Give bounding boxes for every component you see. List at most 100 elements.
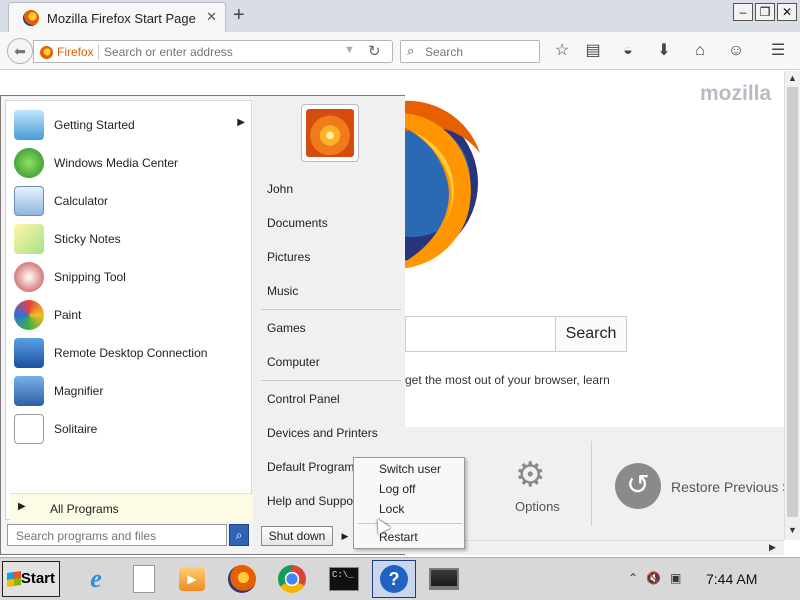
search-input[interactable] bbox=[425, 44, 535, 60]
program-magnifier[interactable]: Magnifier bbox=[10, 373, 249, 409]
document-icon bbox=[133, 565, 155, 593]
title-bar: Mozilla Firefox Start Page ✕ + – ❐ ✕ bbox=[0, 0, 800, 32]
clock[interactable]: 7:44 AM bbox=[706, 571, 757, 587]
scroll-down-icon[interactable]: ▼ bbox=[788, 525, 797, 535]
program-paint[interactable]: Paint bbox=[10, 297, 249, 333]
bookmark-star-icon[interactable]: ☆ bbox=[552, 41, 572, 61]
program-remote-desktop[interactable]: Remote Desktop Connection bbox=[10, 335, 249, 371]
program-label: Paint bbox=[54, 308, 82, 322]
program-getting-started[interactable]: Getting Started ▶ bbox=[10, 107, 249, 143]
program-label: Sticky Notes bbox=[54, 232, 121, 246]
taskbar-notepad[interactable] bbox=[122, 560, 166, 598]
program-label: Calculator bbox=[54, 194, 109, 208]
program-snipping-tool[interactable]: Snipping Tool bbox=[10, 259, 249, 295]
gear-icon[interactable]: ⚙ bbox=[515, 455, 545, 495]
menu-item-switch-user[interactable]: Switch user bbox=[379, 462, 441, 476]
program-label: Snipping Tool bbox=[54, 270, 126, 284]
monitor-icon bbox=[429, 568, 459, 590]
taskbar-chrome[interactable] bbox=[270, 560, 314, 598]
windows-logo-icon bbox=[7, 571, 21, 587]
program-windows-media-center[interactable]: Windows Media Center bbox=[10, 145, 249, 181]
new-tab-button[interactable]: + bbox=[233, 4, 245, 27]
url-dropdown-icon[interactable]: ▼ bbox=[344, 44, 355, 56]
link-control-panel[interactable]: Control Panel bbox=[267, 392, 340, 406]
search-bar[interactable]: ⌕ bbox=[400, 40, 540, 63]
calculator-icon bbox=[14, 186, 44, 216]
program-list: Getting Started ▶ Windows Media Center C… bbox=[5, 100, 253, 521]
tab-close-icon[interactable]: ✕ bbox=[206, 9, 217, 25]
start-label: Start bbox=[20, 570, 55, 587]
start-search-input[interactable] bbox=[16, 528, 216, 543]
identity-badge[interactable]: Firefox bbox=[40, 45, 94, 59]
reload-icon[interactable]: ↻ bbox=[368, 42, 381, 60]
user-avatar[interactable] bbox=[301, 104, 359, 162]
menu-item-restart[interactable]: Restart bbox=[379, 530, 418, 544]
restore-session-icon[interactable]: ↺ bbox=[615, 463, 661, 509]
remote-desktop-icon bbox=[14, 338, 44, 368]
url-separator bbox=[98, 44, 99, 60]
url-input[interactable] bbox=[104, 44, 334, 60]
url-bar[interactable]: Firefox ▼ ↻ bbox=[33, 40, 393, 63]
link-pictures[interactable]: Pictures bbox=[267, 250, 310, 264]
taskbar-media-player[interactable]: ▶ bbox=[170, 560, 214, 598]
speaker-muted-icon[interactable]: 🔇 bbox=[646, 571, 661, 585]
link-documents[interactable]: Documents bbox=[267, 216, 328, 230]
home-icon[interactable]: ⌂ bbox=[690, 41, 710, 61]
network-disconnected-icon[interactable]: ▣ bbox=[670, 571, 681, 585]
taskbar-command-prompt[interactable]: C:\_ bbox=[322, 560, 366, 598]
vertical-scrollbar[interactable]: ▲ ▼ bbox=[784, 71, 800, 540]
power-options-menu: Switch user Log off Lock Restart bbox=[353, 457, 465, 549]
link-computer[interactable]: Computer bbox=[267, 355, 320, 369]
taskbar-system-monitor[interactable] bbox=[422, 560, 466, 598]
shutdown-options-arrow-icon[interactable]: ▶ bbox=[337, 526, 353, 546]
link-games[interactable]: Games bbox=[267, 321, 306, 335]
restore-button[interactable]: ❐ bbox=[755, 3, 775, 21]
scroll-right-icon[interactable]: ▶ bbox=[769, 542, 776, 553]
menu-icon[interactable]: ☰ bbox=[768, 41, 788, 61]
show-hidden-icons-icon[interactable]: ⌃ bbox=[628, 571, 638, 585]
web-search-field[interactable] bbox=[405, 316, 555, 352]
program-calculator[interactable]: Calculator bbox=[10, 183, 249, 219]
pocket-icon[interactable]: ◒ bbox=[618, 41, 638, 61]
bookmarks-list-icon[interactable]: ▤ bbox=[583, 41, 603, 61]
program-label: Windows Media Center bbox=[54, 156, 179, 170]
link-devices-printers[interactable]: Devices and Printers bbox=[267, 426, 378, 440]
tab-firefox-start-page[interactable]: Mozilla Firefox Start Page ✕ bbox=[8, 2, 226, 32]
all-programs-button[interactable]: ▶ All Programs bbox=[10, 493, 253, 521]
program-label: Solitaire bbox=[54, 422, 98, 436]
shutdown-button[interactable]: Shut down bbox=[261, 526, 333, 546]
tab-title: Mozilla Firefox Start Page bbox=[47, 11, 196, 26]
program-solitaire[interactable]: Solitaire bbox=[10, 411, 249, 447]
web-search-button[interactable]: Search bbox=[555, 316, 627, 352]
options-button[interactable]: Options bbox=[515, 499, 560, 514]
scroll-up-icon[interactable]: ▲ bbox=[788, 73, 797, 83]
hello-icon[interactable]: ☺ bbox=[726, 41, 746, 61]
program-label: Remote Desktop Connection bbox=[54, 346, 208, 360]
link-default-programs[interactable]: Default Programs bbox=[267, 460, 360, 474]
program-sticky-notes[interactable]: Sticky Notes bbox=[10, 221, 249, 257]
minimize-button[interactable]: – bbox=[733, 3, 753, 21]
paint-icon bbox=[14, 300, 44, 330]
scroll-thumb[interactable] bbox=[787, 87, 798, 517]
back-button[interactable]: ⬅ bbox=[7, 38, 33, 64]
internet-explorer-icon: e bbox=[90, 564, 102, 593]
close-button[interactable]: ✕ bbox=[777, 3, 797, 21]
all-programs-arrow-icon: ▶ bbox=[18, 501, 26, 512]
restore-session-button[interactable]: Restore Previous S bbox=[671, 479, 792, 495]
link-music[interactable]: Music bbox=[267, 284, 298, 298]
menu-item-log-off[interactable]: Log off bbox=[379, 482, 415, 496]
places-divider bbox=[261, 309, 401, 310]
firefox-icon bbox=[40, 45, 53, 59]
link-user[interactable]: John bbox=[267, 182, 293, 196]
start-search-button[interactable]: ⌕ bbox=[229, 524, 249, 546]
menu-item-lock[interactable]: Lock bbox=[379, 502, 404, 516]
start-search-box[interactable] bbox=[7, 524, 227, 546]
taskbar-internet-explorer[interactable]: e bbox=[74, 560, 118, 598]
search-icon: ⌕ bbox=[235, 528, 243, 542]
start-button[interactable]: Start bbox=[2, 561, 60, 597]
link-help-support[interactable]: Help and Support bbox=[267, 494, 360, 508]
taskbar-help-support[interactable]: ? bbox=[372, 560, 416, 598]
taskbar-firefox[interactable] bbox=[220, 560, 264, 598]
downloads-icon[interactable]: ⬇ bbox=[654, 41, 674, 61]
start-menu: Getting Started ▶ Windows Media Center C… bbox=[0, 95, 405, 555]
